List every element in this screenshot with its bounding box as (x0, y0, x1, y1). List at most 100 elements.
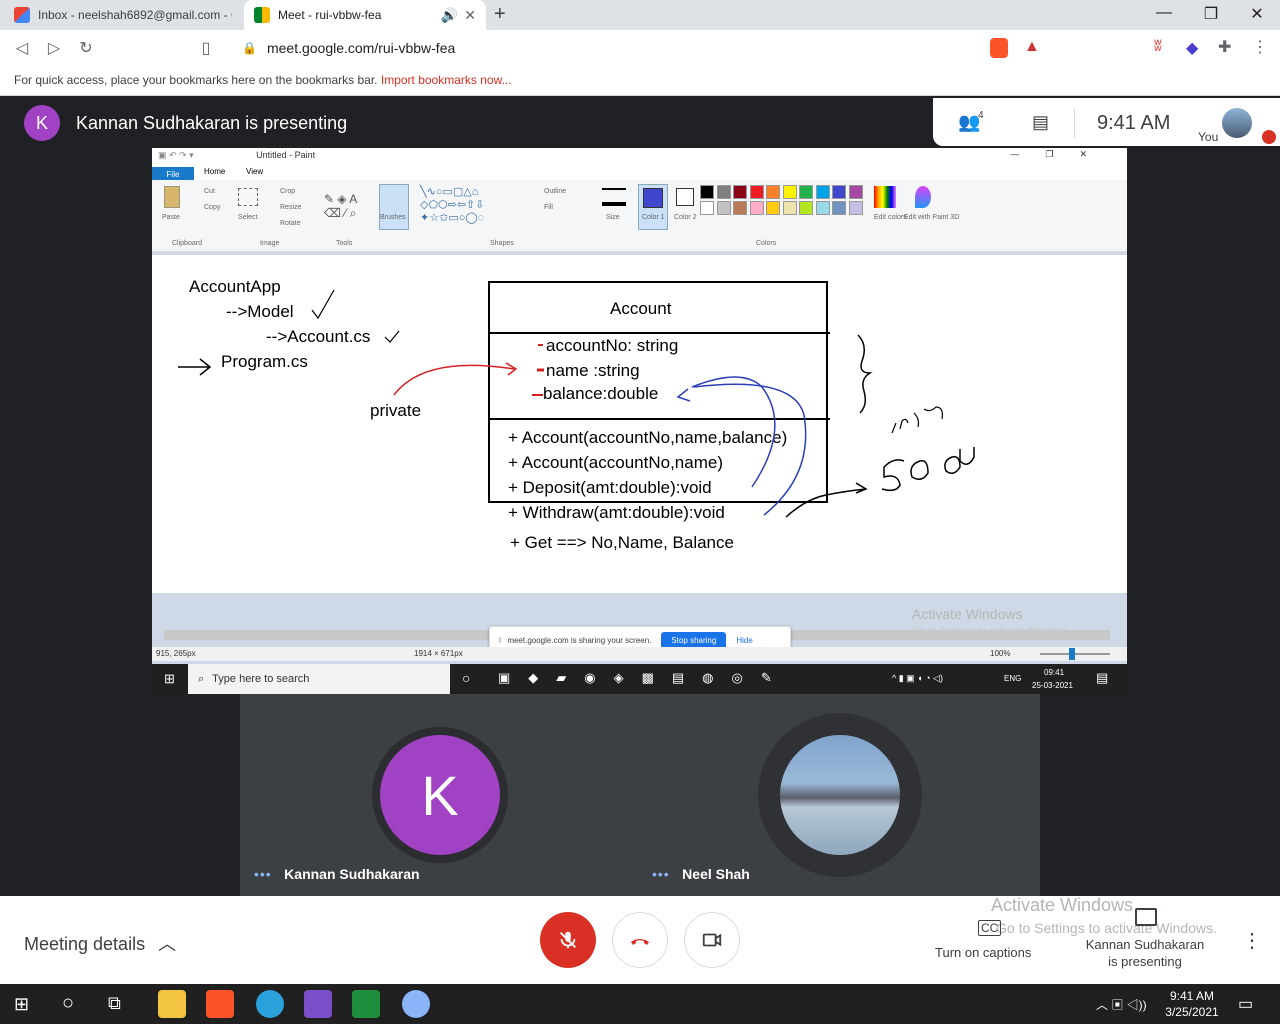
extension-icon[interactable]: ◆ (1186, 38, 1198, 58)
system-clock[interactable]: 9:41 AM 3/25/2021 (1162, 988, 1222, 1020)
visual-studio-icon[interactable] (304, 990, 332, 1018)
puzzle-icon[interactable]: ✚ (1218, 37, 1231, 57)
leave-call-button[interactable] (612, 912, 668, 968)
camera-button[interactable] (684, 912, 740, 968)
fill-label[interactable]: Fill (544, 204, 553, 211)
palette-swatch[interactable] (848, 201, 863, 215)
palette-swatch[interactable] (700, 185, 714, 199)
more-options-icon[interactable]: ⋮ (1242, 928, 1262, 953)
forward-button[interactable]: ▷ (44, 38, 64, 58)
palette-swatch[interactable] (815, 201, 830, 215)
rewards-icon[interactable]: ▲ (1024, 38, 1040, 56)
hide-share-bar-button[interactable]: Hide (736, 636, 752, 645)
zoom-slider-thumb[interactable] (1069, 648, 1075, 660)
bookmark-icon[interactable]: ▯ (196, 38, 216, 58)
brave-browser-icon[interactable] (206, 990, 234, 1018)
brave-shield-icon[interactable] (990, 38, 1008, 58)
tab-view[interactable]: View (246, 167, 263, 176)
present-icon[interactable] (1135, 908, 1157, 926)
palette-swatch[interactable] (700, 201, 714, 215)
palette-swatch[interactable] (799, 201, 813, 215)
color2-swatch[interactable] (676, 188, 694, 206)
windows-start-icon[interactable]: ⊞ (14, 994, 29, 1015)
resize-label[interactable]: Resize (280, 204, 301, 211)
meeting-details-button[interactable]: Meeting details ︿ (24, 930, 176, 956)
restore-button[interactable]: ❐ (1196, 4, 1226, 24)
captions-label[interactable]: Turn on captions (935, 945, 1031, 960)
address-bar[interactable]: 🔒 meet.google.com/rui-vbbw-fea (228, 35, 1050, 61)
tab-gmail[interactable]: Inbox - neelshah6892@gmail.com - G (4, 0, 242, 30)
back-button[interactable]: ◁ (12, 38, 32, 58)
drag-handle-icon[interactable]: ‖ (498, 636, 501, 645)
paste-label[interactable]: Paste (162, 214, 180, 221)
presenting-status[interactable]: Kannan Sudhakaran is presenting (1080, 936, 1210, 970)
tab-home[interactable]: Home (204, 167, 225, 176)
stop-sharing-button[interactable]: Stop sharing (661, 631, 727, 649)
menu-icon[interactable]: ⋮ (1252, 37, 1268, 57)
outline-label[interactable]: Outline (544, 188, 566, 195)
palette-swatch[interactable] (832, 201, 846, 215)
shapes-gallery[interactable]: ╲∿○▭▢△⌂ ◇⬠⬡⇨⇦⇧⇩ ✦☆✩▭○◯◌ (420, 186, 485, 225)
paint3d-icon[interactable] (915, 186, 931, 208)
new-tab-button[interactable]: + (494, 3, 506, 26)
task-view-icon[interactable]: ⧉ (108, 993, 121, 1014)
mic-button[interactable] (540, 912, 596, 968)
cut-label[interactable]: Cut (204, 188, 215, 195)
palette-swatch[interactable] (749, 201, 764, 215)
select-icon[interactable] (238, 188, 258, 206)
captions-icon[interactable]: CC (978, 920, 1002, 936)
crop-label[interactable]: Crop (280, 188, 295, 195)
taskbar-search[interactable]: ⌕ Type here to search (188, 664, 450, 694)
windows-start-icon[interactable]: ⊞ (164, 671, 175, 687)
size-icon[interactable] (602, 188, 626, 206)
chevron-up-icon: ︿ (158, 934, 177, 954)
speaker-icon[interactable]: 🔊 (441, 7, 458, 24)
palette-swatch[interactable] (799, 185, 813, 199)
palette-swatch[interactable] (815, 185, 830, 199)
minimize-button[interactable]: — (1149, 4, 1179, 22)
paste-icon[interactable] (164, 186, 180, 208)
search-icon[interactable]: ○ (62, 992, 74, 1015)
file-explorer-icon[interactable] (158, 990, 186, 1018)
palette-swatch[interactable] (733, 185, 747, 199)
reload-button[interactable]: ↻ (76, 38, 96, 58)
rotate-label[interactable]: Rotate (280, 220, 301, 227)
color1-button[interactable] (638, 184, 668, 230)
palette-swatch[interactable] (782, 185, 797, 199)
class-name: Account (610, 299, 672, 318)
brushes-button[interactable] (379, 184, 409, 230)
notepad-icon[interactable] (352, 990, 380, 1018)
palette-swatch[interactable] (782, 201, 797, 215)
close-window-button[interactable]: ✕ (1242, 4, 1272, 24)
notification-icon[interactable]: ▭ (1238, 994, 1253, 1014)
telegram-icon[interactable] (256, 990, 284, 1018)
notification-icon[interactable]: ▤ (1096, 670, 1108, 686)
extension-icon[interactable]: ʬ (1154, 38, 1162, 56)
tools-icons[interactable]: ✎ ◈ A ⌫ ⁄ ⌕ (324, 192, 357, 221)
palette-swatch[interactable] (766, 201, 780, 215)
tab-meet[interactable]: Meet - rui-vbbw-fea 🔊 ✕ (244, 0, 486, 30)
palette-swatch[interactable] (848, 185, 863, 199)
palette-swatch[interactable] (832, 185, 846, 199)
paint-icon[interactable] (402, 990, 430, 1018)
size-label: Size (606, 214, 620, 221)
palette-swatch[interactable] (749, 185, 764, 199)
taskbar-app-icons[interactable]: ▣◆▰◉◈▩▤◍◎✎ (498, 670, 790, 686)
palette-swatch[interactable] (716, 185, 731, 199)
copy-label[interactable]: Copy (204, 204, 220, 211)
tray-icons[interactable]: ︿ ▣ ◁)) (1096, 996, 1147, 1013)
chat-icon[interactable]: ▤ (1032, 112, 1049, 133)
paint-canvas[interactable]: AccountApp -->Model -->Account.cs Progra… (152, 255, 1127, 593)
edit-colors-icon[interactable] (874, 186, 896, 208)
zoom-slider[interactable] (1040, 653, 1110, 655)
tray-icons[interactable]: ^ ▮ ▣ ◖ ◔ ◁) (892, 673, 943, 684)
select-label[interactable]: Select (238, 214, 257, 221)
palette-swatch[interactable] (733, 201, 747, 215)
paint-title-bar: ▣ ↶ ↷ ▾ Untitled - Paint —❐✕ (152, 148, 1127, 164)
import-bookmarks-link[interactable]: Import bookmarks now... (381, 73, 512, 87)
palette-swatch[interactable] (766, 185, 780, 199)
presenting-text: Kannan Sudhakaran is presenting (76, 113, 348, 133)
close-tab-icon[interactable]: ✕ (464, 7, 476, 24)
cortana-icon[interactable]: ○ (462, 670, 470, 686)
palette-swatch[interactable] (716, 201, 731, 215)
